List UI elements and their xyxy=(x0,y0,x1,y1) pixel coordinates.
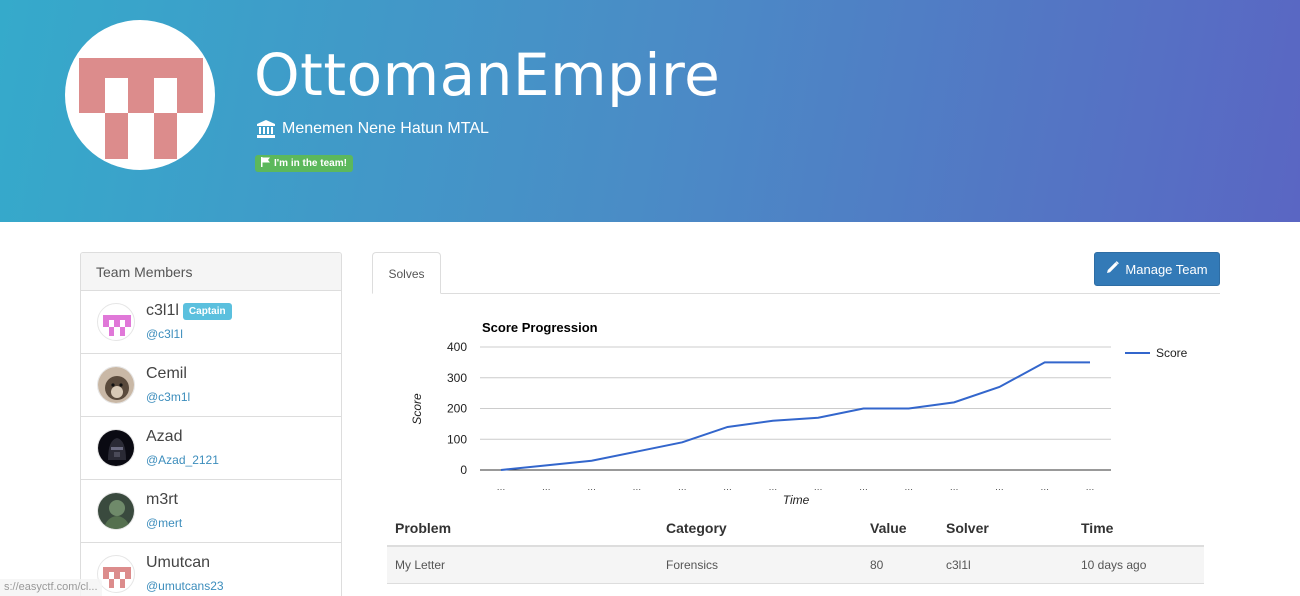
score-progression-chart: Score Progression Score Time 0 100 200 300 4… xyxy=(410,320,1188,507)
member-item[interactable]: Umutcan @umutcans23 xyxy=(81,543,341,596)
team-logo xyxy=(65,20,215,170)
x-tick-label: … xyxy=(632,482,641,492)
y-axis-label: Score xyxy=(410,393,424,425)
score-series-line xyxy=(500,361,1090,471)
manage-team-label: Manage Team xyxy=(1125,261,1208,277)
category-cell: Forensics xyxy=(658,546,862,584)
table-row[interactable]: My Letter Forensics 80 c3l1l 10 days ago xyxy=(387,546,1204,584)
avatar xyxy=(97,492,135,530)
avatar xyxy=(97,555,135,593)
member-name[interactable]: Cemil xyxy=(146,365,187,383)
y-tick-label: 100 xyxy=(447,432,467,446)
column-header[interactable]: Category xyxy=(658,511,862,547)
member-handle[interactable]: @mert xyxy=(146,516,182,530)
y-tick-label: 400 xyxy=(447,340,467,354)
x-tick-label: … xyxy=(1086,482,1095,492)
y-tick-label: 0 xyxy=(460,463,467,477)
column-header[interactable]: Value xyxy=(862,511,938,547)
y-tick-label: 200 xyxy=(447,402,467,416)
column-header[interactable]: Solver xyxy=(938,511,1073,547)
member-name[interactable]: Azad xyxy=(146,428,182,446)
member-item[interactable]: m3rt @mert xyxy=(81,480,341,543)
table-header-row: Problem Category Value Solver Time xyxy=(387,511,1204,547)
x-tick-label: … xyxy=(542,482,551,492)
x-tick-label: … xyxy=(678,482,687,492)
time-cell: 10 days ago xyxy=(1073,546,1204,584)
flag-icon xyxy=(261,157,270,170)
affiliation-label: Menemen Nene Hatun MTAL xyxy=(282,120,489,137)
in-team-badge: I'm in the team! xyxy=(255,155,353,172)
column-header[interactable]: Time xyxy=(1073,511,1204,547)
solver-cell[interactable]: c3l1l xyxy=(938,546,1073,584)
y-tick-label: 300 xyxy=(447,371,467,385)
column-header[interactable]: Problem xyxy=(387,511,658,547)
status-bar-url: s://easyctf.com/cl... xyxy=(0,579,102,596)
chart-title: Score Progression xyxy=(482,320,598,335)
member-item[interactable]: Cemil @c3m1l xyxy=(81,354,341,417)
member-handle[interactable]: @umutcans23 xyxy=(146,579,224,593)
pencil-icon xyxy=(1106,261,1120,277)
member-item[interactable]: Azad @Azad_2121 xyxy=(81,417,341,480)
x-tick-label: … xyxy=(995,482,1004,492)
member-name[interactable]: Umutcan xyxy=(146,554,210,572)
x-tick-label: … xyxy=(497,482,506,492)
avatar xyxy=(97,429,135,467)
institution-icon xyxy=(256,119,276,139)
avatar xyxy=(97,366,135,404)
member-name[interactable]: m3rt xyxy=(146,491,178,509)
legend-label: Score xyxy=(1156,346,1188,360)
profile-tabs: Solves xyxy=(372,252,1220,294)
team-header: OttomanEmpire Menemen Nene Hatun MTAL I'… xyxy=(0,0,1300,222)
captain-badge: Captain xyxy=(182,302,232,320)
x-axis-label: Time xyxy=(783,493,810,507)
x-tick-label: … xyxy=(859,482,868,492)
team-members-heading: Team Members xyxy=(81,253,341,291)
avatar xyxy=(97,303,135,341)
x-tick-label: … xyxy=(814,482,823,492)
in-team-label: I'm in the team! xyxy=(274,158,347,169)
x-tick-label: … xyxy=(723,482,732,492)
manage-team-button[interactable]: Manage Team xyxy=(1094,252,1220,286)
x-tick-label: … xyxy=(950,482,959,492)
member-item[interactable]: c3l1l Captain @c3l1l xyxy=(81,291,341,354)
team-affiliation: Menemen Nene Hatun MTAL xyxy=(256,117,489,141)
member-name[interactable]: c3l1l xyxy=(146,302,179,320)
member-handle[interactable]: @Azad_2121 xyxy=(146,453,219,467)
team-name: OttomanEmpire xyxy=(254,41,721,109)
member-handle[interactable]: @c3m1l xyxy=(146,390,190,404)
x-tick-label: … xyxy=(904,482,913,492)
team-members-card: Team Members c3l1l Captain @c3l1l Cemil … xyxy=(80,252,342,596)
x-tick-label: … xyxy=(587,482,596,492)
problem-cell[interactable]: My Letter xyxy=(387,546,658,584)
member-handle[interactable]: @c3l1l xyxy=(146,327,183,341)
x-tick-label: … xyxy=(1040,482,1049,492)
tab-solves[interactable]: Solves xyxy=(372,252,441,294)
x-tick-label: … xyxy=(768,482,777,492)
value-cell: 80 xyxy=(862,546,938,584)
solves-table: Problem Category Value Solver Time My Le… xyxy=(387,511,1204,584)
